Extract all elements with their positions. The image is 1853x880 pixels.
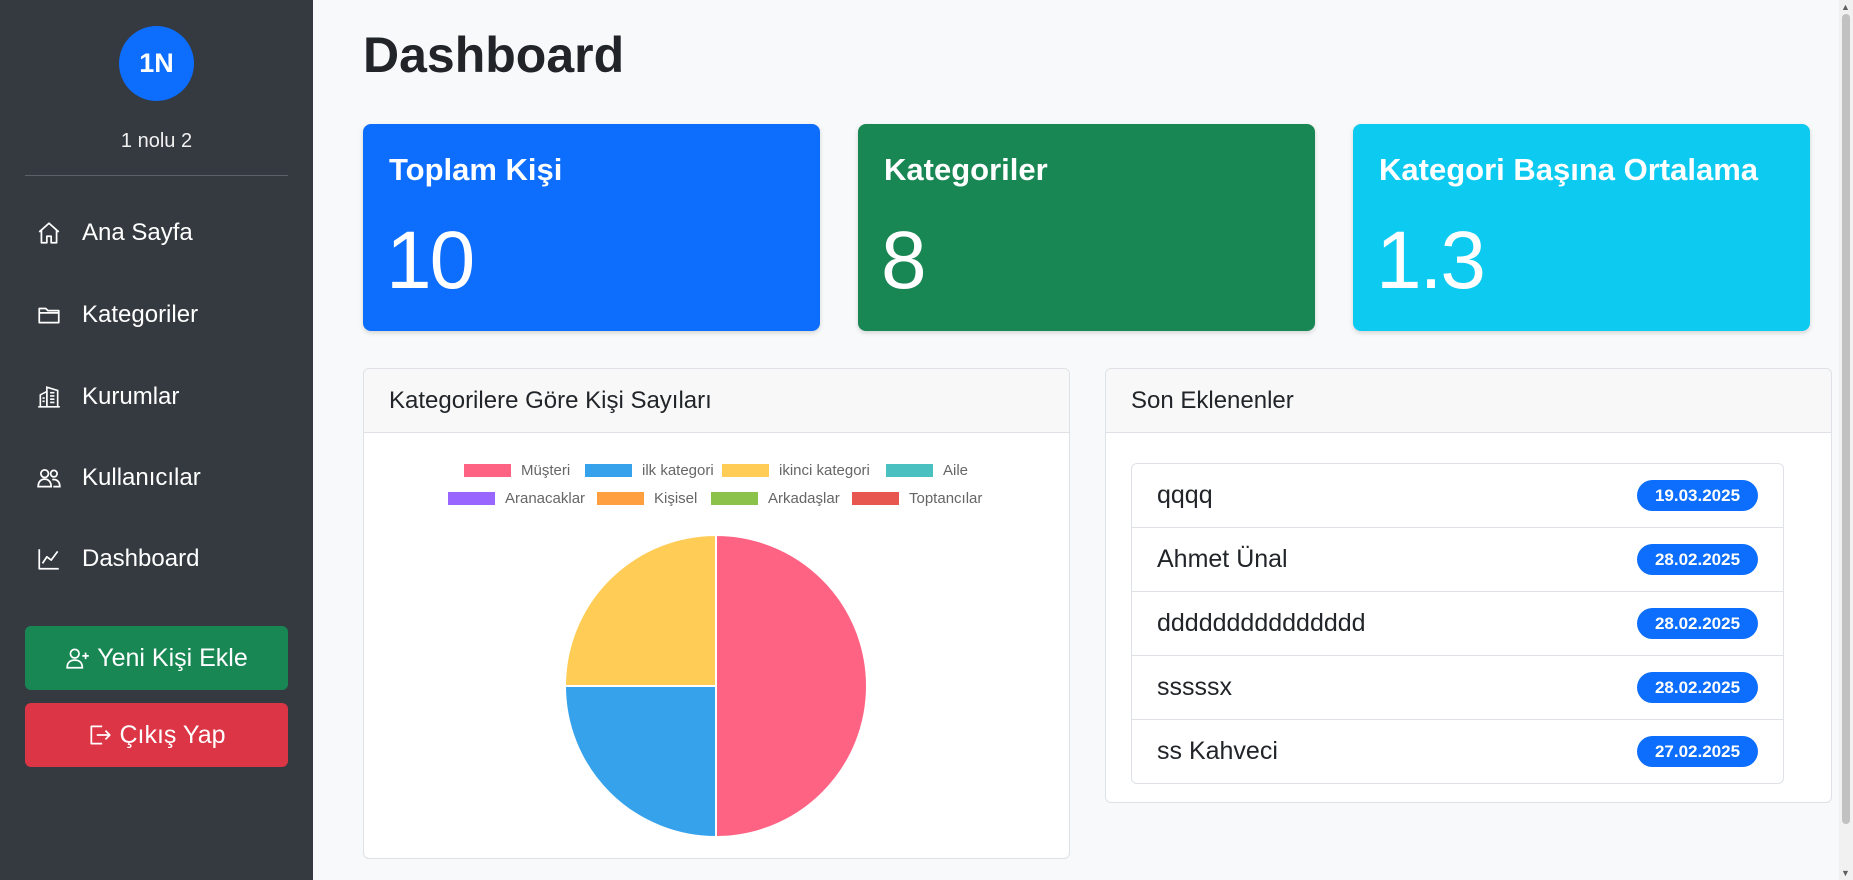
logout-button[interactable]: Çıkış Yap [25, 703, 288, 767]
sidebar: 1N 1 nolu 2 Ana Sayfa Kategoriler Kuruml… [0, 0, 313, 880]
pie-slice[interactable] [563, 685, 717, 839]
scroll-down-icon[interactable]: ▼ [1841, 868, 1850, 878]
folder-icon [38, 307, 60, 324]
page-title: Dashboard [363, 27, 625, 83]
avatar: 1N [119, 26, 194, 101]
person-name: sssssx [1157, 673, 1232, 701]
sidebar-item-kurumlar[interactable]: Kurumlar [25, 367, 288, 427]
chart-panel: Kategorilere Göre Kişi Sayıları Müşteri i… [363, 368, 1070, 859]
list-item[interactable]: sssssx 28.02.2025 [1132, 656, 1783, 720]
add-person-button[interactable]: Yeni Kişi Ekle [25, 626, 288, 690]
stat-value: 10 [386, 215, 475, 306]
list-item[interactable]: Ahmet Ünal 28.02.2025 [1132, 528, 1783, 592]
person-name: ddddddddddddddd [1157, 609, 1366, 637]
page-scrollbar[interactable]: ▲ ▼ [1839, 0, 1853, 880]
stat-title: Kategori Başına Ortalama [1379, 152, 1759, 187]
person-name: Ahmet Ünal [1157, 545, 1288, 573]
logout-label: Çıkış Yap [119, 720, 226, 749]
stat-card-total-persons: Toplam Kişi 10 [363, 124, 820, 331]
date-badge: 28.02.2025 [1637, 544, 1758, 575]
people-icon [37, 469, 61, 488]
stat-title: Kategoriler [884, 152, 1048, 187]
sidebar-item-kategoriler[interactable]: Kategoriler [25, 285, 288, 345]
list-item[interactable]: qqqq 19.03.2025 [1132, 464, 1783, 528]
date-badge: 27.02.2025 [1637, 736, 1758, 767]
pie-slice[interactable] [563, 533, 717, 687]
pie-slice[interactable] [715, 533, 868, 839]
stat-title: Toplam Kişi [389, 152, 563, 187]
sidebar-item-label: Kurumlar [82, 383, 180, 410]
sidebar-item-label: Kullanıcılar [82, 464, 201, 491]
sidebar-item-dashboard[interactable]: Dashboard [25, 529, 288, 589]
logout-icon [90, 725, 112, 745]
username: 1 nolu 2 [120, 130, 193, 152]
person-name: qqqq [1157, 481, 1213, 509]
person-plus-icon [66, 648, 90, 669]
chart-panel-title: Kategorilere Göre Kişi Sayıları [364, 369, 1069, 433]
building-icon [38, 386, 60, 408]
sidebar-item-label: Kategoriler [82, 301, 199, 328]
recent-panel: Son Eklenenler qqqq 19.03.2025 Ahmet Üna… [1105, 368, 1832, 803]
sidebar-item-label: Ana Sayfa [82, 219, 193, 246]
pie-chart [563, 533, 868, 839]
list-item[interactable]: ddddddddddddddd 28.02.2025 [1132, 592, 1783, 656]
date-badge: 28.02.2025 [1637, 608, 1758, 639]
sidebar-item-label: Dashboard [82, 545, 200, 572]
sidebar-item-kullanicilar[interactable]: Kullanıcılar [25, 448, 288, 508]
graph-icon [38, 549, 59, 570]
add-person-label: Yeni Kişi Ekle [97, 643, 248, 672]
stat-value: 8 [881, 215, 927, 306]
sidebar-item-ana-sayfa[interactable]: Ana Sayfa [25, 203, 288, 263]
stat-card-average: Kategori Başına Ortalama 1.3 [1353, 124, 1810, 331]
recent-list: qqqq 19.03.2025 Ahmet Ünal 28.02.2025 dd… [1131, 463, 1784, 784]
list-item[interactable]: ss Kahveci 27.02.2025 [1132, 720, 1783, 783]
date-badge: 28.02.2025 [1637, 672, 1758, 703]
recent-panel-title: Son Eklenenler [1106, 369, 1831, 433]
house-icon [38, 222, 60, 244]
sidebar-divider [25, 175, 288, 176]
date-badge: 19.03.2025 [1637, 480, 1758, 511]
person-name: ss Kahveci [1157, 737, 1278, 765]
scroll-up-icon[interactable]: ▲ [1841, 2, 1850, 12]
stat-card-categories: Kategoriler 8 [858, 124, 1315, 331]
stat-value: 1.3 [1376, 215, 1486, 306]
scrollbar-thumb[interactable] [1842, 14, 1850, 824]
